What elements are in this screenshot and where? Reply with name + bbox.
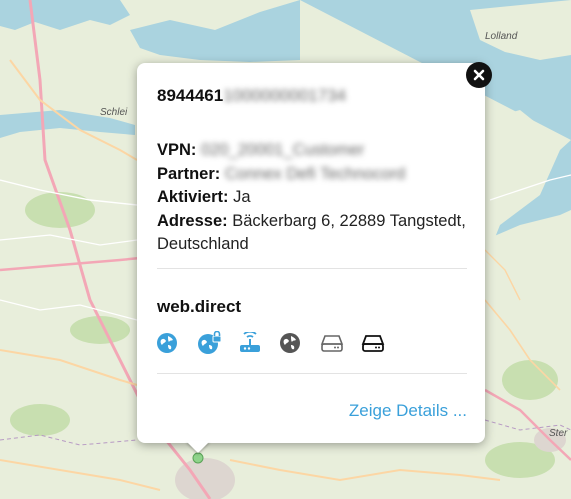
map-label-ster: Ster	[549, 428, 568, 439]
map-label-lolland: Lolland	[485, 31, 518, 42]
router-icon[interactable]	[238, 330, 279, 356]
sim-details: VPN: 020_20001_Customer Partner: Connex …	[157, 139, 467, 257]
location-marker	[192, 452, 204, 464]
apn-name: web.direct	[157, 297, 242, 316]
address-label: Adresse:	[157, 211, 228, 230]
activated-row: Aktiviert: Ja	[157, 186, 467, 210]
address-row: Adresse: Bäckerbarg 6, 22889 Tangstedt, …	[157, 210, 467, 257]
vpn-value: 020_20001_Customer	[201, 141, 365, 159]
forest-patch	[25, 192, 95, 228]
forest-patch	[10, 404, 70, 436]
drive-icon[interactable]	[320, 330, 361, 356]
globe-lock-icon[interactable]	[197, 330, 238, 356]
globe-icon[interactable]	[156, 330, 197, 356]
show-details-link[interactable]: Zeige Details ...	[349, 401, 467, 421]
sim-iccid: 89444611000000001734	[157, 86, 346, 106]
partner-value: Connex Defi Technocord	[224, 164, 406, 183]
activated-value: Ja	[233, 188, 251, 206]
partner-label: Partner:	[157, 164, 221, 183]
drive-dark-icon[interactable]	[361, 330, 402, 356]
map-label-schlei: Schlei	[100, 107, 128, 118]
partner-row: Partner: Connex Defi Technocord	[157, 163, 467, 187]
close-icon	[473, 69, 485, 81]
close-button[interactable]	[466, 62, 492, 88]
popup-pointer	[186, 441, 210, 453]
iccid-redacted: 1000000001734	[223, 86, 347, 105]
vpn-row: VPN: 020_20001_Customer	[157, 139, 467, 163]
divider	[157, 268, 467, 269]
activated-label: Aktiviert:	[157, 188, 229, 206]
vpn-label: VPN:	[157, 141, 197, 159]
globe-dark-icon[interactable]	[279, 330, 320, 356]
divider	[157, 373, 467, 374]
iccid-prefix: 8944461	[157, 86, 224, 105]
service-icons	[156, 330, 402, 356]
